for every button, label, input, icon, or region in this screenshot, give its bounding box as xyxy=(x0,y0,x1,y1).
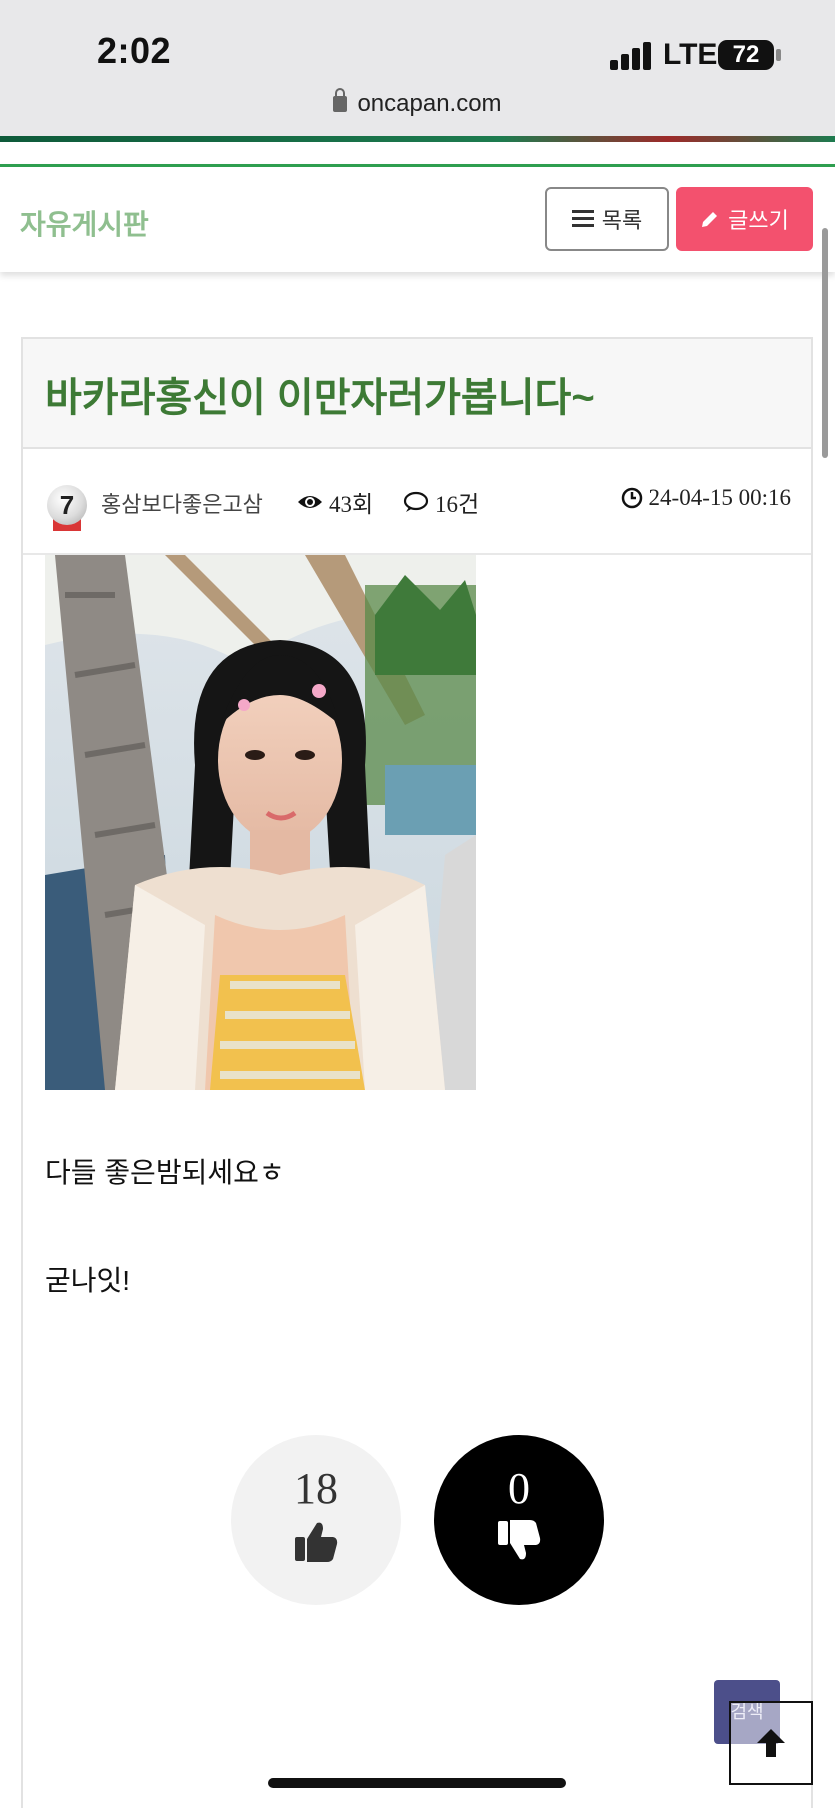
comment-count: 16건 xyxy=(403,485,479,519)
post-date: 24-04-15 00:16 xyxy=(621,485,791,511)
write-button-label: 글쓰기 xyxy=(728,208,789,233)
post-date-text: 24-04-15 00:16 xyxy=(648,485,791,510)
thumbs-down-icon xyxy=(498,1520,541,1560)
battery-icon: 72 xyxy=(718,40,774,70)
signal-icon xyxy=(610,42,654,70)
clock-icon xyxy=(621,487,642,509)
post-header: 바카라홍신이 이만자러가봅니다~ xyxy=(23,339,811,449)
status-bar: 2:02 LTE 72 oncapan.com xyxy=(0,0,835,138)
list-icon xyxy=(571,210,594,228)
status-time: 2:02 xyxy=(97,30,172,71)
comment-count-text: 16건 xyxy=(435,492,480,517)
site-banner-strip xyxy=(0,136,835,142)
post-meta: 7 홍삼보다좋은고삼 43회 16건 24-04-15 00:16 xyxy=(23,449,811,555)
write-button[interactable]: 글쓰기 xyxy=(676,187,813,251)
level-number: 7 xyxy=(47,485,87,525)
board-title[interactable]: 자유게시판 xyxy=(20,203,149,243)
comment-icon xyxy=(403,491,429,512)
view-count: 43회 xyxy=(297,485,373,519)
network-type: LTE xyxy=(663,38,718,71)
url-text: oncapan.com xyxy=(357,90,502,117)
board-header: 자유게시판 목록 글쓰기 xyxy=(0,164,835,272)
url-bar[interactable]: oncapan.com xyxy=(0,88,835,118)
post-body-line: 굳나잇! xyxy=(45,1265,131,1296)
pencil-icon xyxy=(702,212,718,227)
arrow-up-icon xyxy=(757,1729,785,1757)
post-title: 바카라홍신이 이만자러가봅니다~ xyxy=(45,376,595,420)
lock-icon xyxy=(333,88,348,112)
list-button-label: 목록 xyxy=(601,208,643,233)
page-scrollbar[interactable] xyxy=(822,228,828,458)
eye-icon xyxy=(298,496,322,508)
author-name[interactable]: 홍삼보다좋은고삼 xyxy=(101,487,263,519)
scroll-top-button[interactable] xyxy=(729,1701,813,1785)
post-card: 바카라홍신이 이만자러가봅니다~ 7 홍삼보다좋은고삼 43회 16건 24-0… xyxy=(21,337,813,1808)
like-count: 18 xyxy=(294,1464,338,1513)
view-count-text: 43회 xyxy=(329,492,374,517)
dislike-count: 0 xyxy=(508,1464,530,1513)
thumbs-up-icon xyxy=(295,1522,338,1562)
dislike-button[interactable]: 0 xyxy=(434,1435,604,1605)
list-button[interactable]: 목록 xyxy=(545,187,669,251)
battery-cap xyxy=(776,49,781,61)
post-photo xyxy=(45,555,476,1090)
home-indicator[interactable] xyxy=(268,1778,566,1788)
like-button[interactable]: 18 xyxy=(231,1435,401,1605)
level-badge-icon: 7 xyxy=(47,485,87,533)
post-body-line: 다들 좋은밤되세요ㅎ xyxy=(45,1157,285,1188)
